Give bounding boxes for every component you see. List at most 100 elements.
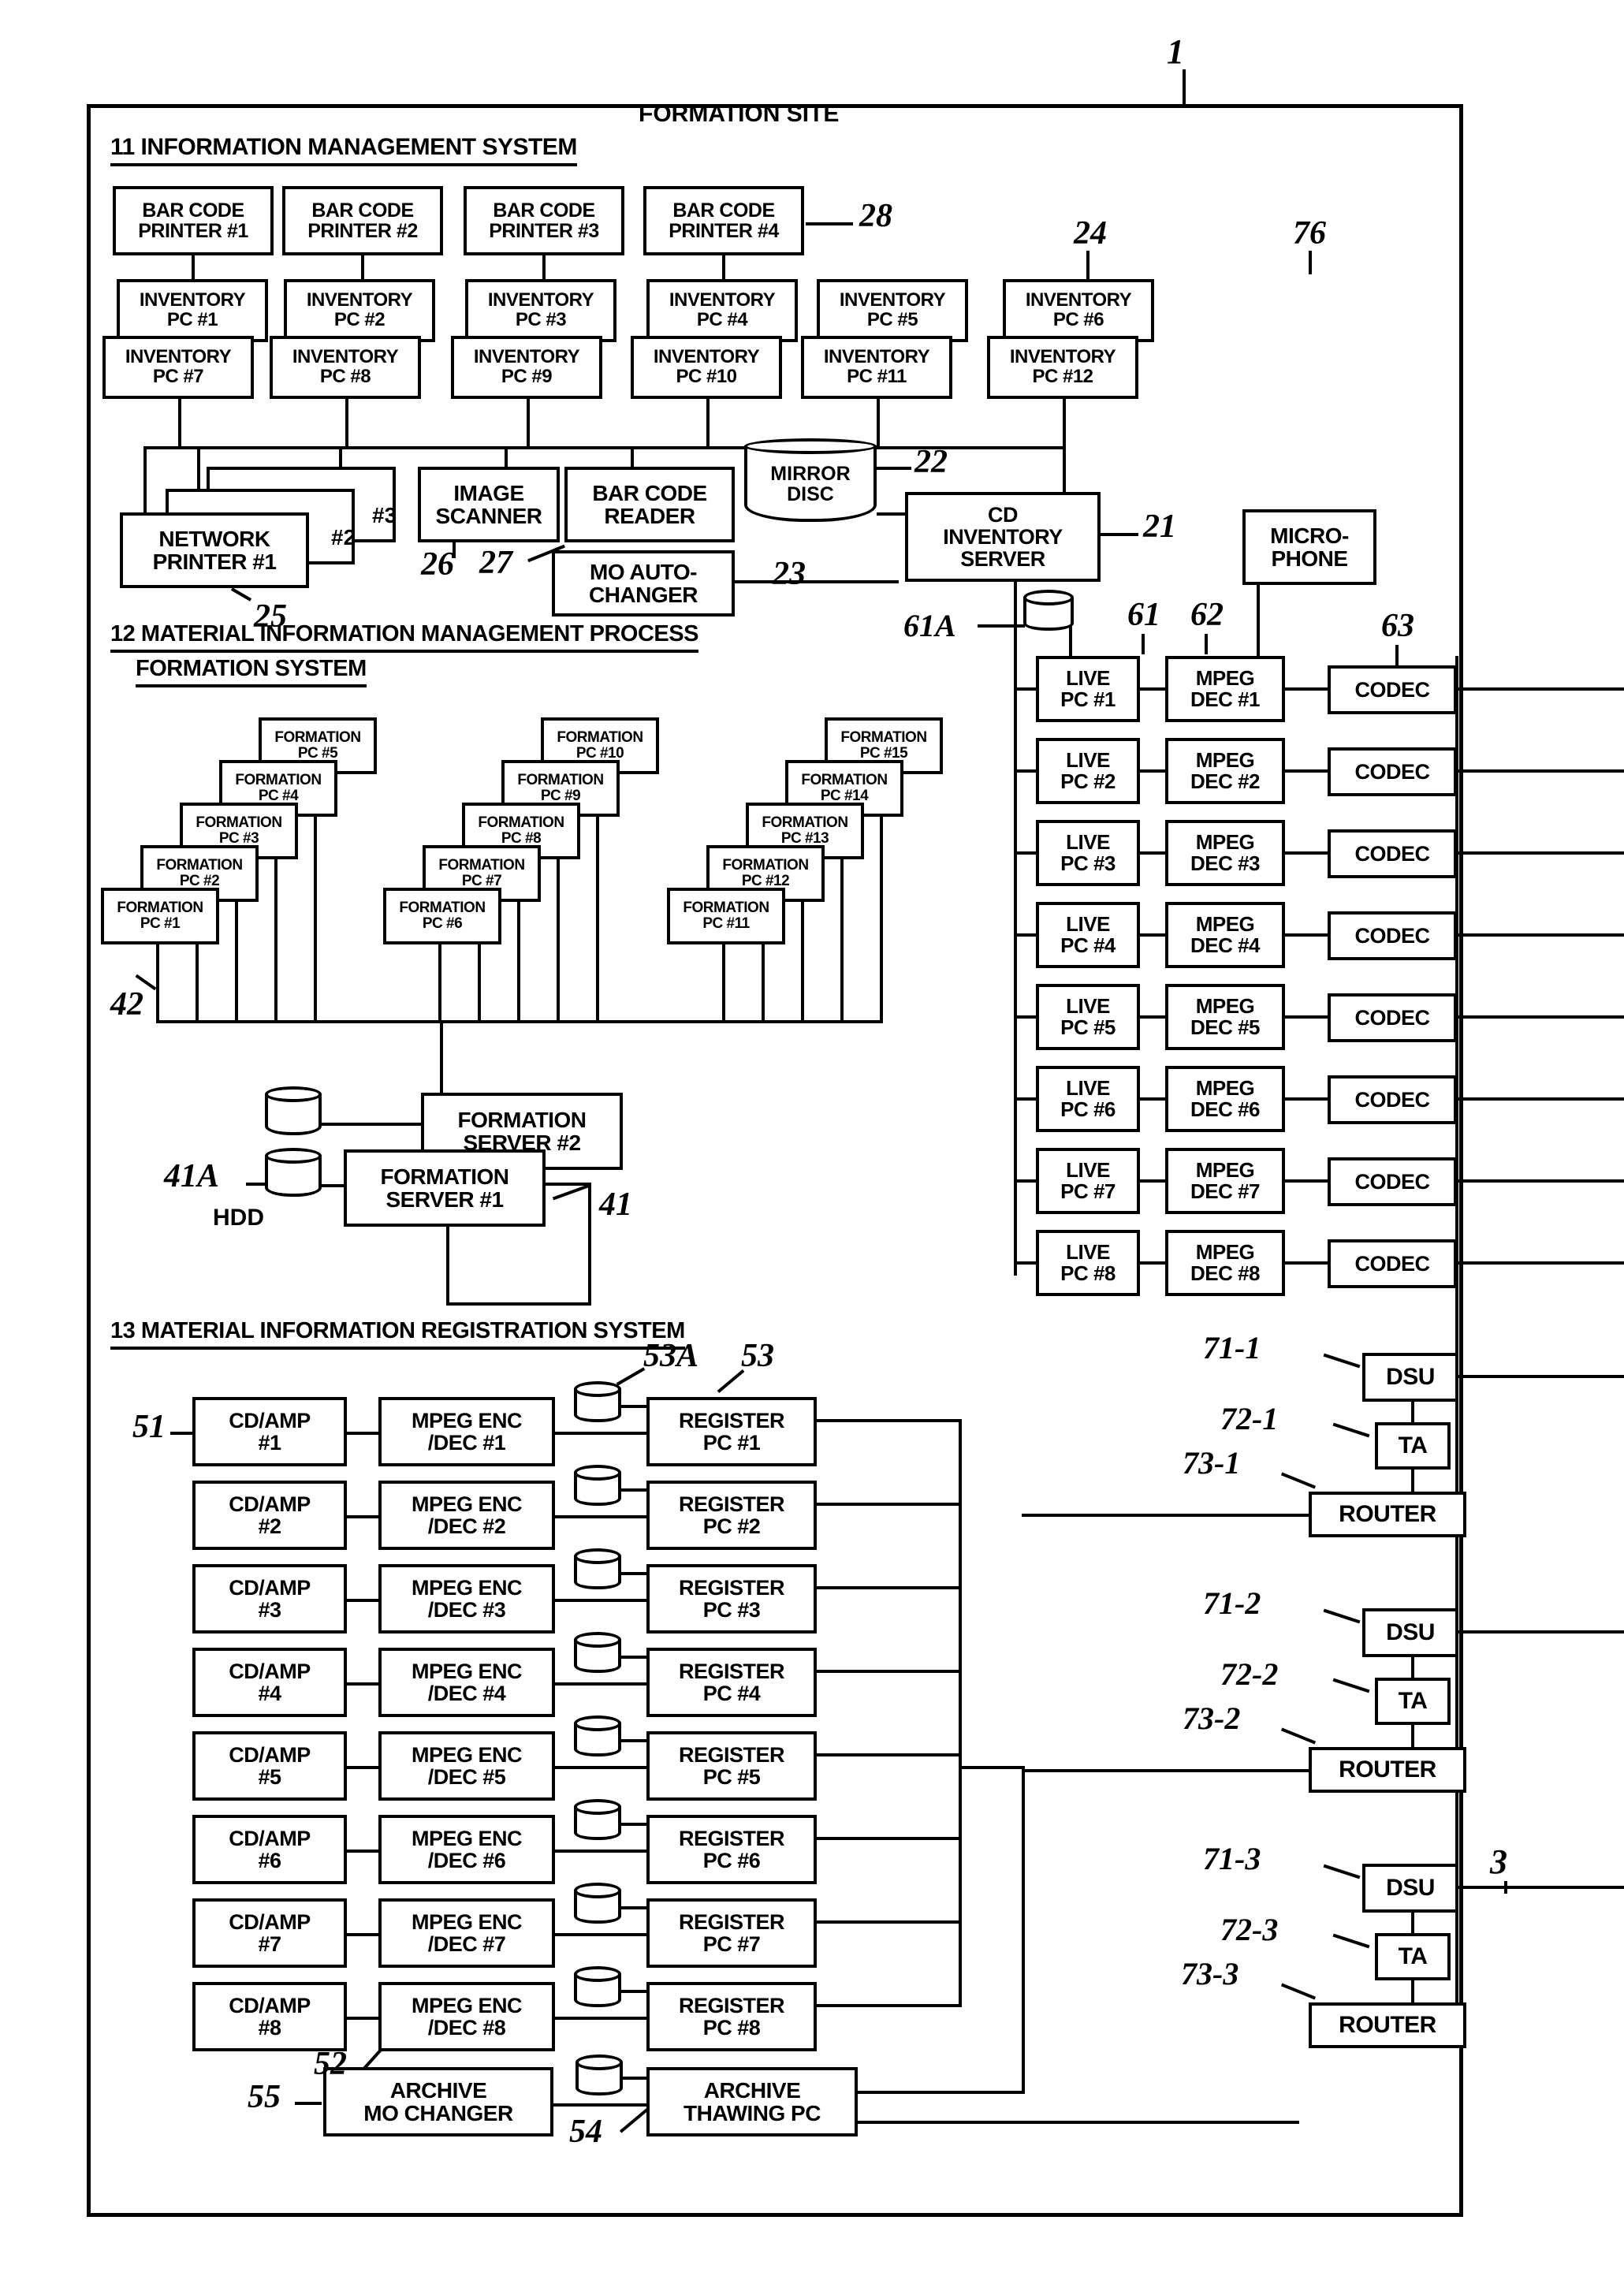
live-pc-7[interactable]: LIVE PC #7 xyxy=(1036,1148,1140,1214)
live-pc-6[interactable]: LIVE PC #6 xyxy=(1036,1066,1140,1132)
mpeg-encdec-6[interactable]: MPEG ENC /DEC #6 xyxy=(378,1815,555,1884)
register-trunk xyxy=(959,1419,962,2006)
archive-mo-changer[interactable]: ARCHIVE MO CHANGER xyxy=(323,2067,553,2136)
codec-2[interactable]: CODEC xyxy=(1328,747,1457,796)
bar-code-printer-2[interactable]: BAR CODE PRINTER #2 xyxy=(282,186,443,255)
cd-amp-4[interactable]: CD/AMP #4 xyxy=(192,1648,347,1717)
live-pc-5[interactable]: LIVE PC #5 xyxy=(1036,984,1140,1050)
label-line2: PC #7 xyxy=(1060,1179,1116,1203)
codec-7[interactable]: CODEC xyxy=(1328,1157,1457,1206)
cd-amp-3[interactable]: CD/AMP #3 xyxy=(192,1564,347,1634)
cd-amp-8[interactable]: CD/AMP #8 xyxy=(192,1982,347,2051)
mirror-disc: MIRROR DISC xyxy=(744,438,877,522)
cd-amp-5[interactable]: CD/AMP #5 xyxy=(192,1731,347,1801)
archive-thawing-pc[interactable]: ARCHIVE THAWING PC xyxy=(646,2067,858,2136)
inventory-pc-12[interactable]: INVENTORY PC #12 xyxy=(987,336,1138,399)
inventory-pc-9[interactable]: INVENTORY PC #9 xyxy=(451,336,602,399)
live-pc-4[interactable]: LIVE PC #4 xyxy=(1036,902,1140,968)
image-scanner[interactable]: IMAGE SCANNER xyxy=(418,467,560,542)
codec-3[interactable]: CODEC xyxy=(1328,829,1457,878)
register-pc-7[interactable]: REGISTER PC #7 xyxy=(646,1898,817,1968)
formation-pc-6[interactable]: FORMATION PC #6 xyxy=(383,888,501,944)
dsu-2[interactable]: DSU xyxy=(1362,1608,1458,1657)
microphone[interactable]: MICRO- PHONE xyxy=(1242,509,1376,585)
router-2[interactable]: ROUTER xyxy=(1309,1747,1466,1793)
inventory-pc-11[interactable]: INVENTORY PC #11 xyxy=(801,336,952,399)
label-line1: FORMATION xyxy=(801,772,888,789)
bar-code-printer-4[interactable]: BAR CODE PRINTER #4 xyxy=(643,186,804,255)
bar-code-printer-3[interactable]: BAR CODE PRINTER #3 xyxy=(464,186,624,255)
cd-amp-2[interactable]: CD/AMP #2 xyxy=(192,1481,347,1550)
register-pc-1[interactable]: REGISTER PC #1 xyxy=(646,1397,817,1466)
mo-auto-changer[interactable]: MO AUTO- CHANGER xyxy=(552,550,735,617)
codec-1[interactable]: CODEC xyxy=(1328,665,1457,714)
codec-6[interactable]: CODEC xyxy=(1328,1075,1457,1124)
codec-4[interactable]: CODEC xyxy=(1328,911,1457,960)
formation-pc-11[interactable]: FORMATION PC #11 xyxy=(667,888,785,944)
cd-amp-6[interactable]: CD/AMP #6 xyxy=(192,1815,347,1884)
label-line2: SERVER #1 xyxy=(386,1187,504,1212)
ta-3[interactable]: TA xyxy=(1375,1933,1451,1980)
link-cdamp6-enc6 xyxy=(347,1850,378,1853)
network-printer-1[interactable]: NETWORK PRINTER #1 xyxy=(120,512,309,588)
label-line1: FORMATION xyxy=(683,900,769,917)
bar-code-reader[interactable]: BAR CODE READER xyxy=(564,467,735,542)
ref-73-3: 73-3 xyxy=(1181,1956,1239,1991)
cd-inventory-server[interactable]: CD INVENTORY SERVER xyxy=(905,492,1101,582)
label-line2: PC #5 xyxy=(866,309,918,330)
inventory-pc-7[interactable]: INVENTORY PC #7 xyxy=(102,336,254,399)
mpeg-dec-8[interactable]: MPEG DEC #8 xyxy=(1165,1230,1285,1296)
mpeg-encdec-8[interactable]: MPEG ENC /DEC #8 xyxy=(378,1982,555,2051)
live-pc-1[interactable]: LIVE PC #1 xyxy=(1036,656,1140,722)
register-pc-2[interactable]: REGISTER PC #2 xyxy=(646,1481,817,1550)
live-pc-8[interactable]: LIVE PC #8 xyxy=(1036,1230,1140,1296)
live-pc-3[interactable]: LIVE PC #3 xyxy=(1036,820,1140,886)
inventory-pc-5[interactable]: INVENTORY PC #5 xyxy=(817,279,968,342)
mpeg-dec-2[interactable]: MPEG DEC #2 xyxy=(1165,738,1285,804)
router-3[interactable]: ROUTER xyxy=(1309,2002,1466,2048)
bar-code-printer-1[interactable]: BAR CODE PRINTER #1 xyxy=(113,186,274,255)
mpeg-dec-5[interactable]: MPEG DEC #5 xyxy=(1165,984,1285,1050)
router-1[interactable]: ROUTER xyxy=(1309,1492,1466,1537)
label-line1: MIRROR xyxy=(770,462,851,485)
mpeg-encdec-5[interactable]: MPEG ENC /DEC #5 xyxy=(378,1731,555,1801)
codec-5[interactable]: CODEC xyxy=(1328,993,1457,1042)
live-pc-2[interactable]: LIVE PC #2 xyxy=(1036,738,1140,804)
mpeg-dec-7[interactable]: MPEG DEC #7 xyxy=(1165,1148,1285,1214)
formation-pc-1[interactable]: FORMATION PC #1 xyxy=(101,888,219,944)
ta-1[interactable]: TA xyxy=(1375,1422,1451,1470)
register-pc-4[interactable]: REGISTER PC #4 xyxy=(646,1648,817,1717)
mpeg-dec-1[interactable]: MPEG DEC #1 xyxy=(1165,656,1285,722)
mpeg-dec-3[interactable]: MPEG DEC #3 xyxy=(1165,820,1285,886)
label-line2: DEC #7 xyxy=(1190,1179,1261,1203)
mpeg-encdec-7[interactable]: MPEG ENC /DEC #7 xyxy=(378,1898,555,1968)
mpeg-encdec-1[interactable]: MPEG ENC /DEC #1 xyxy=(378,1397,555,1466)
cd-amp-1[interactable]: CD/AMP #1 xyxy=(192,1397,347,1466)
inventory-pc-10[interactable]: INVENTORY PC #10 xyxy=(631,336,782,399)
cd-amp-7[interactable]: CD/AMP #7 xyxy=(192,1898,347,1968)
register-pc-6[interactable]: REGISTER PC #6 xyxy=(646,1815,817,1884)
spine-to-live3 xyxy=(1014,851,1036,855)
mpeg-dec-6[interactable]: MPEG DEC #6 xyxy=(1165,1066,1285,1132)
inventory-pc-1[interactable]: INVENTORY PC #1 xyxy=(117,279,268,342)
formation-server-1[interactable]: FORMATION SERVER #1 xyxy=(344,1149,546,1227)
inventory-pc-4[interactable]: INVENTORY PC #4 xyxy=(646,279,798,342)
inventory-pc-3[interactable]: INVENTORY PC #3 xyxy=(465,279,616,342)
inventory-pc-6[interactable]: INVENTORY PC #6 xyxy=(1003,279,1154,342)
mpeg-encdec-3[interactable]: MPEG ENC /DEC #3 xyxy=(378,1564,555,1634)
dsu-1[interactable]: DSU xyxy=(1362,1353,1458,1402)
disc-register-3 xyxy=(574,1548,621,1589)
register-pc-5[interactable]: REGISTER PC #5 xyxy=(646,1731,817,1801)
dsu-3[interactable]: DSU xyxy=(1362,1864,1458,1913)
mpeg-dec-4[interactable]: MPEG DEC #4 xyxy=(1165,902,1285,968)
mpeg-encdec-2[interactable]: MPEG ENC /DEC #2 xyxy=(378,1481,555,1550)
codec-8[interactable]: CODEC xyxy=(1328,1239,1457,1288)
link-live6-mpeg6 xyxy=(1140,1097,1165,1101)
mpeg-encdec-4[interactable]: MPEG ENC /DEC #4 xyxy=(378,1648,555,1717)
inventory-pc-2[interactable]: INVENTORY PC #2 xyxy=(284,279,435,342)
register-pc-8[interactable]: REGISTER PC #8 xyxy=(646,1982,817,2051)
inventory-pc-8[interactable]: INVENTORY PC #8 xyxy=(270,336,421,399)
ta-2[interactable]: TA xyxy=(1375,1678,1451,1725)
disc-register-4 xyxy=(574,1632,621,1673)
register-pc-3[interactable]: REGISTER PC #3 xyxy=(646,1564,817,1634)
